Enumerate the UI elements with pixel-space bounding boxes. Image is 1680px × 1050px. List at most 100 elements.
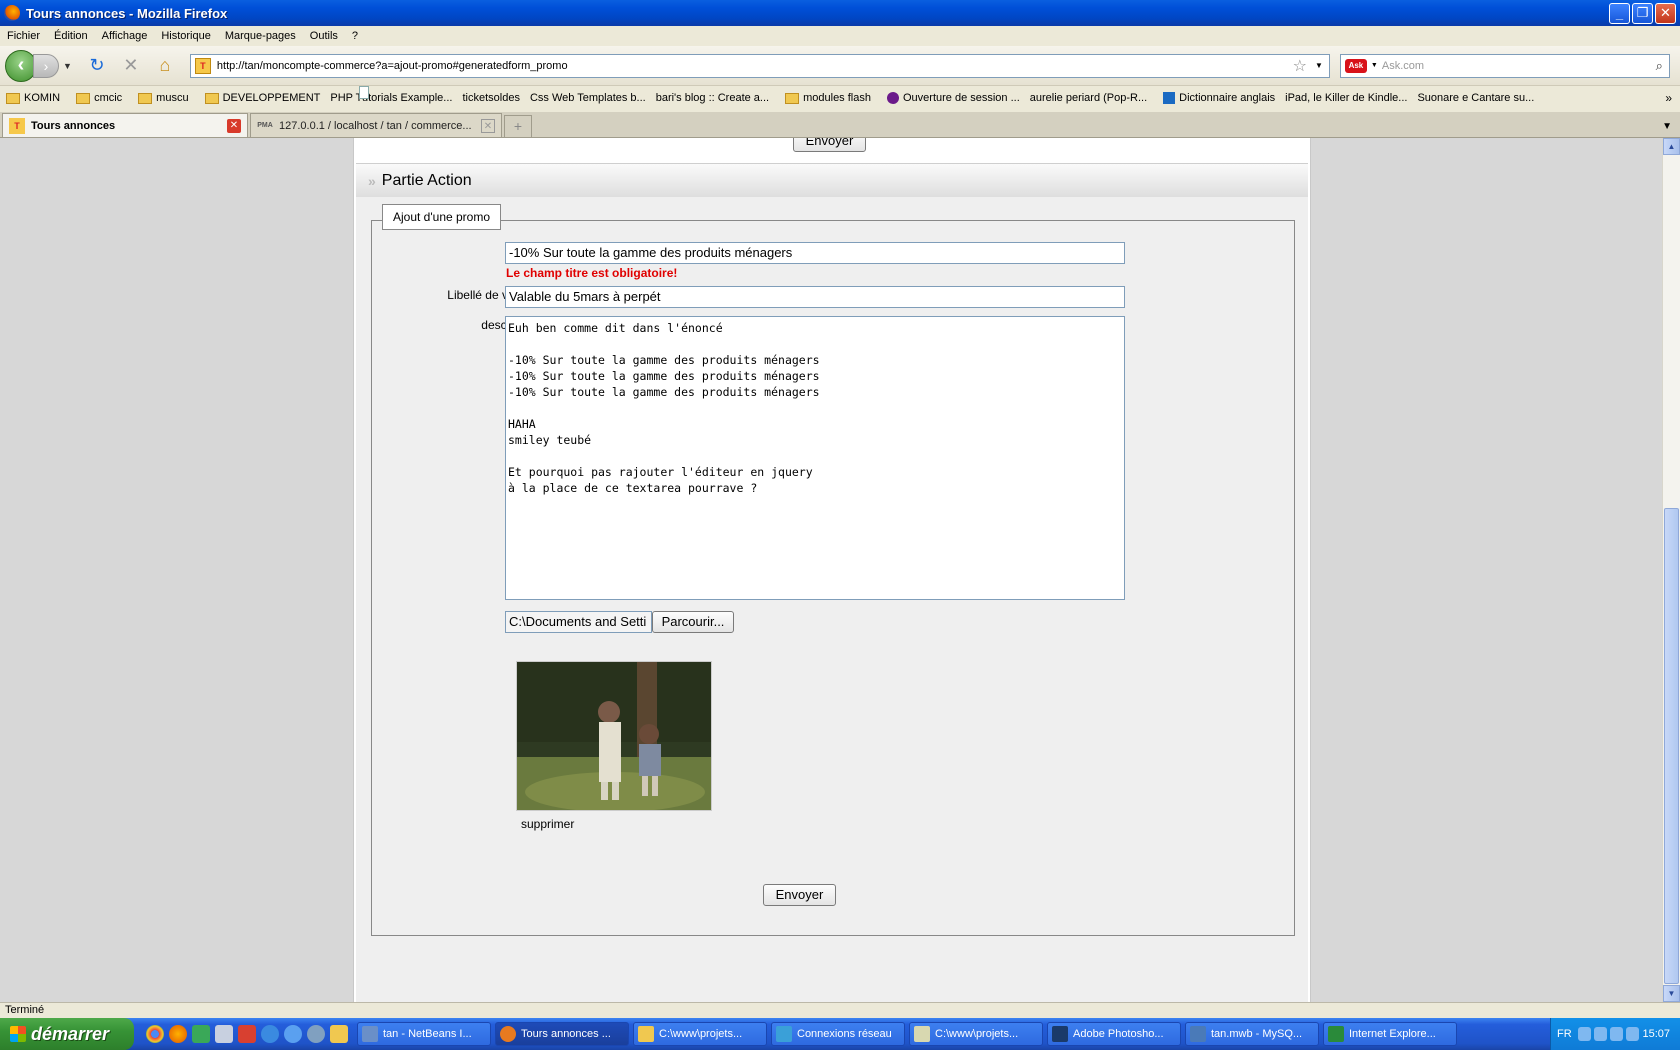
textarea-line: smiley teubé — [508, 433, 592, 447]
start-button[interactable]: démarrer — [0, 1018, 134, 1050]
bookmark-item[interactable]: Ouverture de session ... — [881, 92, 1020, 104]
minimize-button[interactable]: _ — [1609, 2, 1630, 24]
bookmark-item[interactable]: modules flash — [779, 92, 871, 104]
url-text[interactable]: http://tan/moncompte-commerce?a=ajout-pr… — [217, 60, 1293, 72]
taskbar-task[interactable]: Connexions réseau — [771, 1022, 905, 1046]
bookmarks-overflow-icon[interactable]: » — [1665, 91, 1672, 105]
search-bar[interactable]: Ask ▼ Ask.com ⌕ — [1339, 53, 1670, 78]
bookmark-item[interactable]: iPad, le Killer de Kindle... — [359, 86, 1407, 104]
taskbar-task[interactable]: C:\www\projets... — [633, 1022, 767, 1046]
menu-bar: Fichier Édition Affichage Historique Mar… — [0, 26, 1680, 46]
msn-icon[interactable] — [192, 1025, 210, 1043]
tab-title: Tours annonces — [31, 119, 116, 132]
firefox-quicklaunch-icon[interactable] — [169, 1025, 187, 1043]
form-area: Ajout d'une promo Libellé : -10% Sur tou… — [356, 197, 1308, 1002]
bookmark-item[interactable]: Css Web Templates b... — [359, 86, 646, 104]
description-textarea[interactable]: Euh ben comme dit dans l'énoncé -10% Sur… — [505, 316, 1125, 600]
vertical-scrollbar[interactable]: ▲ ▼ — [1662, 138, 1680, 1002]
security-icon[interactable] — [1626, 1027, 1640, 1041]
menu-edition[interactable]: Édition — [47, 30, 95, 42]
app-icon[interactable] — [238, 1025, 256, 1043]
bookmark-item[interactable]: aurelie periard (Pop-R... — [359, 86, 1147, 104]
textarea-line: Euh ben comme dit dans l'énoncé — [508, 321, 723, 335]
network-tray-icon[interactable] — [1593, 1027, 1608, 1041]
folder-icon — [138, 92, 153, 104]
volume-icon[interactable] — [1610, 1027, 1624, 1041]
menu-fichier[interactable]: Fichier — [0, 30, 47, 42]
taskbar-task[interactable]: tan.mwb - MySQ... — [1185, 1022, 1319, 1046]
chrome-icon[interactable] — [146, 1025, 164, 1043]
page-viewport: Envoyer » Partie Action Ajout d'une prom… — [0, 138, 1662, 1002]
language-indicator[interactable]: FR — [1557, 1028, 1572, 1040]
menu-outils[interactable]: Outils — [303, 30, 345, 42]
menu-help[interactable]: ? — [345, 30, 365, 42]
ask-engine-icon[interactable]: Ask — [1344, 58, 1367, 73]
bookmark-item[interactable]: Suonare e Cantare su... — [359, 86, 1534, 104]
home-icon[interactable]: ⌂ — [152, 53, 178, 79]
taskbar-task[interactable]: Internet Explore... — [1323, 1022, 1457, 1046]
bookmark-item[interactable]: PHP Tutorials Example... — [330, 86, 452, 104]
site-favicon-icon: T — [194, 57, 211, 74]
tab-favicon-icon: T — [9, 117, 25, 134]
tab-tours-annonces[interactable]: T Tours annonces ✕ — [2, 113, 248, 137]
tray-expand-icon[interactable] — [1577, 1027, 1591, 1041]
browse-button[interactable]: Parcourir... — [652, 611, 734, 633]
firefox-icon — [4, 5, 20, 21]
bookmark-item[interactable]: cmcic — [70, 92, 122, 104]
photoshop-icon — [1052, 1026, 1068, 1042]
textarea-line — [508, 400, 1122, 416]
tab-list-dropdown-icon[interactable]: ▼ — [1662, 121, 1672, 132]
textarea-line: -10% Sur toute la gamme des produits mén… — [508, 385, 820, 399]
scroll-up-icon[interactable]: ▲ — [1663, 138, 1680, 155]
search-input[interactable]: Ask.com — [1382, 60, 1656, 72]
ie-alt-icon[interactable] — [284, 1025, 302, 1043]
photo-image — [517, 662, 711, 810]
bookmark-item[interactable]: KOMIN — [0, 92, 60, 104]
menu-affichage[interactable]: Affichage — [95, 30, 155, 42]
photo-path-input[interactable]: C:\Documents and Setti — [505, 611, 652, 633]
new-tab-button[interactable]: + — [504, 115, 532, 137]
stop-icon[interactable]: ✕ — [118, 53, 144, 79]
folder-icon — [204, 92, 219, 104]
taskbar-task[interactable]: Tours annonces ... — [495, 1022, 629, 1046]
folder-quicklaunch-icon[interactable] — [330, 1025, 348, 1043]
libelle-input[interactable]: -10% Sur toute la gamme des produits mén… — [505, 242, 1125, 264]
bookmark-item[interactable]: muscu — [132, 92, 189, 104]
bookmark-item[interactable]: ticketsoldes — [359, 86, 520, 104]
close-tab-icon[interactable]: ✕ — [227, 118, 241, 133]
tool-icon[interactable] — [215, 1025, 233, 1043]
taskbar-task[interactable]: C:\www\projets... — [909, 1022, 1043, 1046]
ie-icon[interactable] — [261, 1025, 279, 1043]
bookmark-item[interactable]: Dictionnaire anglais — [1157, 92, 1275, 104]
quick-launch — [146, 1025, 353, 1043]
url-bar[interactable]: T http://tan/moncompte-commerce?a=ajout-… — [189, 53, 1330, 78]
search-engine-dropdown-icon[interactable]: ▼ — [1371, 62, 1378, 69]
bookmark-item[interactable]: bari's blog :: Create a... — [359, 86, 769, 104]
history-dropdown-icon[interactable]: ▼ — [63, 61, 72, 71]
reload-icon[interactable]: ↻ — [84, 53, 110, 79]
scrollbar-thumb[interactable] — [1664, 508, 1679, 984]
send-button-bottom[interactable]: Envoyer — [763, 884, 836, 906]
wordreference-icon — [1163, 92, 1176, 104]
bookmark-item[interactable]: DEVELOPPEMENT — [199, 92, 320, 104]
menu-marque-pages[interactable]: Marque-pages — [218, 30, 303, 42]
taskbar-task[interactable]: Adobe Photosho... — [1047, 1022, 1181, 1046]
taskbar-task[interactable]: tan - NetBeans I... — [357, 1022, 491, 1046]
close-tab-icon[interactable]: ✕ — [481, 118, 495, 133]
folder-icon — [785, 92, 800, 104]
url-dropdown-icon[interactable]: ▼ — [1315, 61, 1323, 70]
globe-icon[interactable] — [307, 1025, 325, 1043]
windows-taskbar: démarrer tan - NetBeans I... Tours annon… — [0, 1018, 1680, 1050]
bookmark-star-icon[interactable]: ☆ — [1293, 56, 1307, 76]
page-content: Envoyer » Partie Action Ajout d'une prom… — [353, 138, 1311, 1002]
restore-button[interactable]: ❐ — [1632, 2, 1653, 24]
forward-button[interactable]: › — [33, 53, 59, 78]
tab-phpmyadmin[interactable]: PMA 127.0.0.1 / localhost / tan / commer… — [250, 113, 502, 137]
send-button-top[interactable]: Envoyer — [793, 138, 866, 152]
scroll-down-icon[interactable]: ▼ — [1663, 985, 1680, 1002]
validite-input[interactable]: Valable du 5mars à perpét — [505, 286, 1125, 308]
search-icon[interactable]: ⌕ — [1656, 58, 1663, 74]
close-window-button[interactable]: ✕ — [1655, 2, 1676, 24]
delete-photo-link[interactable]: supprimer — [521, 817, 574, 831]
menu-historique[interactable]: Historique — [154, 30, 218, 42]
